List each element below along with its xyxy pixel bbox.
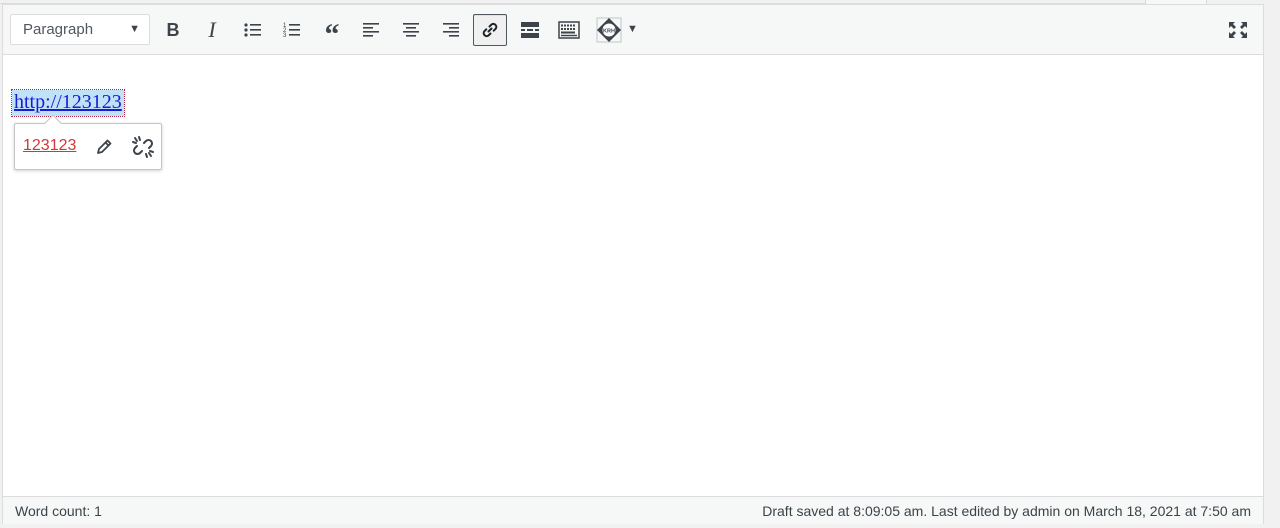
italic-button[interactable]: I <box>195 14 229 46</box>
chevron-down-icon: ▼ <box>129 23 140 35</box>
edit-link-button[interactable] <box>93 136 115 158</box>
align-left-button[interactable] <box>354 14 388 46</box>
editor-content-area[interactable]: http://123123 123123 <box>3 56 1263 496</box>
page-gutter <box>1266 4 1280 528</box>
link-popover: 123123 <box>14 114 162 170</box>
read-more-button[interactable] <box>513 14 547 46</box>
svg-text:KRH: KRH <box>603 28 615 34</box>
editor-statusbar: Word count: 1 Draft saved at 8:09:05 am.… <box>3 496 1263 524</box>
autosave-status: Draft saved at 8:09:05 am. Last edited b… <box>762 503 1251 519</box>
bold-button[interactable]: B <box>156 14 190 46</box>
blockquote-icon: “ <box>324 18 340 51</box>
popover-arrow <box>44 114 62 132</box>
format-select-value: Paragraph <box>23 21 94 38</box>
link-url[interactable]: 123123 <box>23 137 76 155</box>
editor-toolbar: Paragraph ▼ B I 1 2 3 “ KRH ▼ <box>3 5 1263 55</box>
classic-editor: Paragraph ▼ B I 1 2 3 “ KRH ▼ http://123… <box>2 4 1264 524</box>
word-count: Word count: 1 <box>15 503 102 519</box>
unlink-icon <box>132 136 154 158</box>
numbered-list-icon: 1 2 3 <box>283 23 300 39</box>
krh-plugin-button[interactable]: KRH <box>592 14 626 46</box>
svg-text:3: 3 <box>283 33 287 39</box>
toolbar-toggle-button[interactable] <box>552 14 586 46</box>
krh-dropdown-caret-icon[interactable]: ▼ <box>627 23 638 35</box>
italic-icon: I <box>208 17 216 42</box>
insert-link-button[interactable] <box>473 14 507 46</box>
link-icon <box>482 22 498 38</box>
pencil-icon <box>97 139 112 154</box>
remove-link-button[interactable] <box>130 134 156 160</box>
align-left-icon <box>363 23 379 37</box>
numbered-list-button[interactable]: 1 2 3 <box>275 14 309 46</box>
align-right-button[interactable] <box>434 14 468 46</box>
keyboard-icon <box>558 21 580 39</box>
format-select[interactable]: Paragraph ▼ <box>10 14 150 45</box>
krh-diamond-icon: KRH <box>596 17 622 43</box>
align-center-icon <box>403 23 419 37</box>
selected-link-text[interactable]: http://123123 <box>11 89 125 117</box>
align-center-button[interactable] <box>394 14 428 46</box>
fullscreen-icon <box>1229 22 1247 38</box>
read-more-icon <box>521 22 539 38</box>
blockquote-button[interactable]: “ <box>315 14 349 50</box>
bullet-list-button[interactable] <box>236 14 270 46</box>
bullet-list-icon <box>244 23 261 37</box>
fullscreen-button[interactable] <box>1221 14 1255 46</box>
align-right-icon <box>443 23 459 37</box>
bold-icon: B <box>166 19 180 40</box>
